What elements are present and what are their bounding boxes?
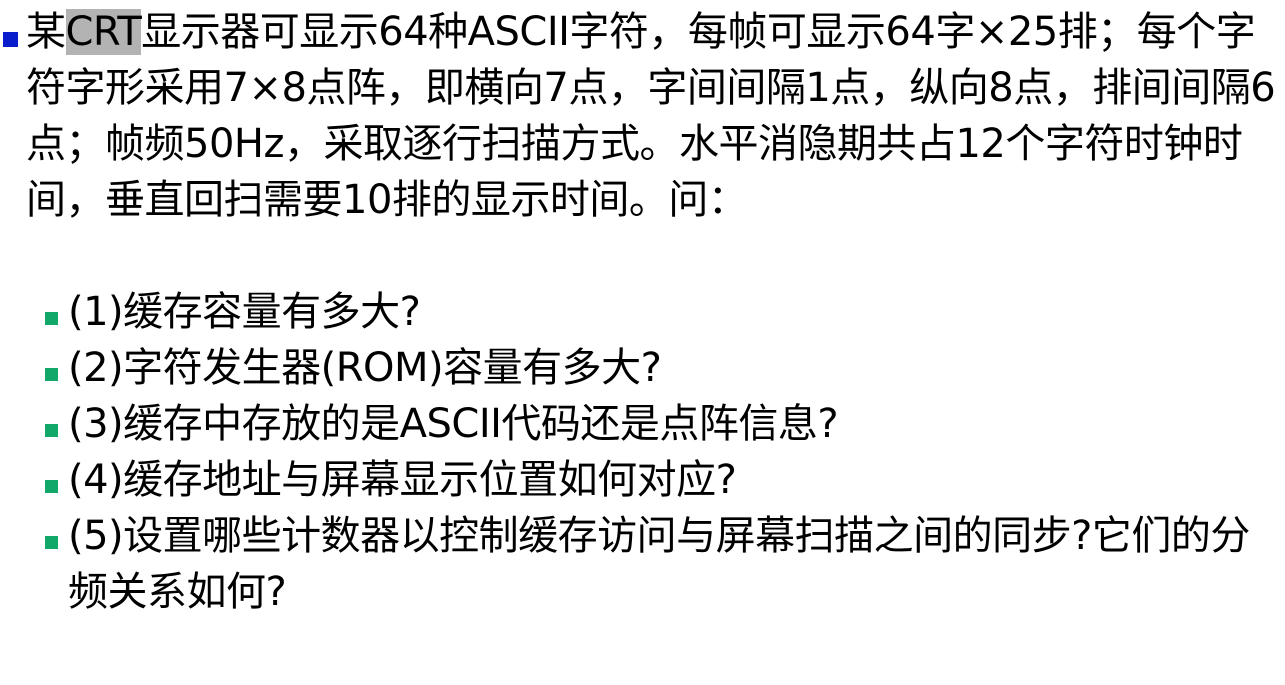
question-text: (3)缓存中存放的是ASCII代码还是点阵信息?: [68, 401, 839, 447]
square-bullet-icon: [3, 32, 18, 47]
question-item-5: (5)设置哪些计数器以控制缓存访问与屏幕扫描之间的同步?它们的分频关系如何?: [0, 508, 1285, 620]
slide: 某CRT显示器可显示64种ASCII字符，每帧可显示64字×25排；每个字符字形…: [0, 0, 1285, 685]
question-list: (1)缓存容量有多大? (2)字符发生器(ROM)容量有多大? (3)缓存中存放…: [0, 284, 1285, 620]
highlighted-term[interactable]: CRT: [65, 9, 142, 55]
problem-text-rest: 显示器可显示64种ASCII字符，每帧可显示64字×25排；每个字符字形采用7×…: [26, 9, 1276, 223]
question-item-1: (1)缓存容量有多大?: [0, 284, 1285, 340]
problem-text-start: 某: [26, 9, 66, 55]
square-bullet-icon: [45, 312, 58, 325]
square-bullet-icon: [45, 368, 58, 381]
square-bullet-icon: [45, 536, 58, 549]
question-text: (1)缓存容量有多大?: [68, 289, 421, 335]
square-bullet-icon: [45, 424, 58, 437]
question-item-3: (3)缓存中存放的是ASCII代码还是点阵信息?: [0, 396, 1285, 452]
question-text: (2)字符发生器(ROM)容量有多大?: [68, 345, 662, 391]
square-bullet-icon: [45, 480, 58, 493]
question-item-4: (4)缓存地址与屏幕显示位置如何对应?: [0, 452, 1285, 508]
problem-text: 某CRT显示器可显示64种ASCII字符，每帧可显示64字×25排；每个字符字形…: [26, 4, 1285, 228]
question-item-2: (2)字符发生器(ROM)容量有多大?: [0, 340, 1285, 396]
question-text: (4)缓存地址与屏幕显示位置如何对应?: [68, 457, 737, 503]
question-text: (5)设置哪些计数器以控制缓存访问与屏幕扫描之间的同步?它们的分频关系如何?: [68, 513, 1250, 615]
